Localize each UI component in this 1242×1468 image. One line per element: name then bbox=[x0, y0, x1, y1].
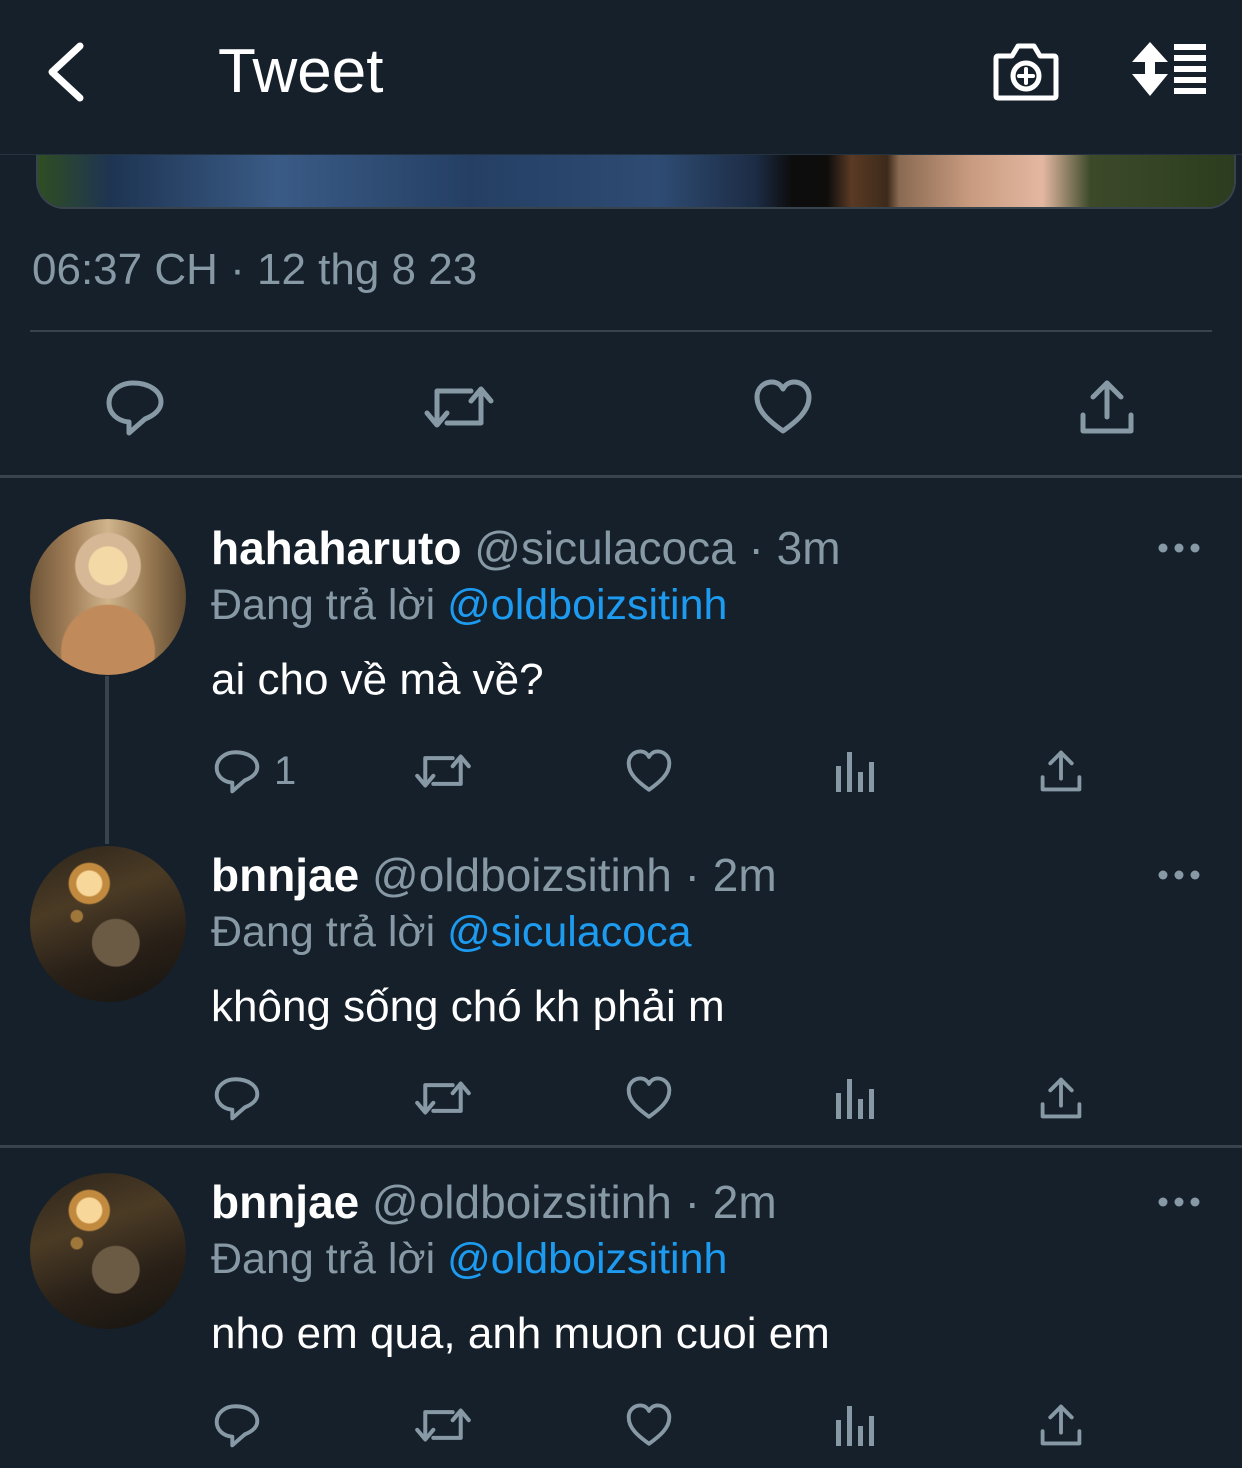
share-button[interactable] bbox=[1038, 1395, 1084, 1455]
replying-label: Đang trả lời bbox=[211, 1235, 436, 1283]
avatar[interactable] bbox=[30, 519, 186, 675]
retweet-button[interactable] bbox=[414, 1068, 472, 1128]
mention-link[interactable]: @oldboizsitinh bbox=[447, 1235, 727, 1283]
replying-label: Đang trả lời bbox=[211, 581, 436, 629]
reply-text: nho em qua, anh muon cuoi em bbox=[211, 1309, 830, 1358]
page-title: Tweet bbox=[218, 37, 384, 106]
reply-action-bar bbox=[0, 1068, 1242, 1128]
meta-separator: · bbox=[684, 1176, 700, 1228]
divider bbox=[0, 475, 1242, 478]
reply-meta: bnnjae @oldboizsitinh · 2m bbox=[211, 847, 777, 903]
user-handle: @siculacoca bbox=[474, 522, 736, 574]
analytics-icon bbox=[836, 1079, 874, 1119]
reply-button[interactable]: 1 bbox=[212, 741, 296, 801]
reply-button[interactable] bbox=[212, 1068, 262, 1128]
share-icon bbox=[1040, 1404, 1082, 1446]
meta-separator: · bbox=[748, 522, 764, 574]
tweet-media[interactable] bbox=[36, 155, 1236, 209]
retweet-button[interactable] bbox=[414, 362, 504, 452]
comment-icon bbox=[106, 380, 164, 436]
reply-action-bar bbox=[0, 1395, 1242, 1455]
share-icon bbox=[1040, 750, 1082, 792]
more-options-button[interactable] bbox=[1156, 536, 1202, 560]
camera-plus-icon bbox=[993, 43, 1059, 101]
more-icon bbox=[1158, 870, 1200, 880]
share-icon bbox=[1040, 1077, 1082, 1119]
reply-count: 1 bbox=[274, 749, 297, 793]
divider bbox=[0, 1145, 1242, 1148]
back-button[interactable] bbox=[40, 36, 100, 108]
tweet-photo bbox=[38, 155, 1234, 207]
mention-link[interactable]: @siculacoca bbox=[447, 908, 691, 956]
heart-icon bbox=[626, 1403, 672, 1446]
reply-button[interactable] bbox=[90, 362, 180, 452]
reply-time: 2m bbox=[712, 849, 777, 901]
replying-to-line: Đang trả lời @oldboizsitinh bbox=[211, 1233, 727, 1285]
heart-icon bbox=[626, 1076, 672, 1119]
meta-separator: · bbox=[684, 849, 700, 901]
analytics-button[interactable] bbox=[834, 741, 878, 801]
analytics-button[interactable] bbox=[834, 1395, 878, 1455]
like-button[interactable] bbox=[624, 1068, 674, 1128]
like-button[interactable] bbox=[624, 1395, 674, 1455]
display-name[interactable]: hahaharuto bbox=[211, 522, 461, 574]
back-arrow-icon bbox=[48, 42, 84, 102]
tweet-timestamp: 06:37 CH · 12 thg 8 23 bbox=[32, 245, 478, 294]
top-bar: Tweet bbox=[0, 0, 1242, 155]
reply-meta: hahaharuto @siculacoca · 3m bbox=[211, 520, 841, 576]
reply-action-bar: 1 bbox=[0, 741, 1242, 801]
replying-label: Đang trả lời bbox=[211, 908, 436, 956]
user-handle: @oldboizsitinh bbox=[372, 1176, 672, 1228]
retweet-icon bbox=[424, 386, 494, 428]
reply-text: không sống chó kh phải m bbox=[211, 982, 725, 1031]
like-button[interactable] bbox=[624, 741, 674, 801]
share-button[interactable] bbox=[1038, 741, 1084, 801]
display-name[interactable]: bnnjae bbox=[211, 1176, 359, 1228]
user-handle: @oldboizsitinh bbox=[372, 849, 672, 901]
avatar[interactable] bbox=[30, 1173, 186, 1329]
share-button[interactable] bbox=[1062, 362, 1152, 452]
share-button[interactable] bbox=[1038, 1068, 1084, 1128]
sort-replies-button[interactable] bbox=[1128, 38, 1212, 104]
heart-icon bbox=[754, 379, 812, 434]
more-icon bbox=[1158, 543, 1200, 553]
retweet-icon bbox=[415, 1408, 471, 1442]
comment-icon bbox=[214, 750, 260, 794]
analytics-button[interactable] bbox=[834, 1068, 878, 1128]
retweet-icon bbox=[415, 1081, 471, 1115]
share-icon bbox=[1080, 380, 1134, 434]
retweet-button[interactable] bbox=[414, 741, 472, 801]
camera-button[interactable] bbox=[990, 38, 1062, 104]
tweet-action-bar bbox=[0, 362, 1242, 452]
like-button[interactable] bbox=[738, 362, 828, 452]
retweet-icon bbox=[415, 754, 471, 788]
reply-time: 3m bbox=[776, 522, 841, 574]
replying-to-line: Đang trả lời @oldboizsitinh bbox=[211, 579, 727, 631]
heart-icon bbox=[626, 749, 672, 792]
comment-icon bbox=[214, 1077, 260, 1121]
reply-time: 2m bbox=[712, 1176, 777, 1228]
display-name[interactable]: bnnjae bbox=[211, 849, 359, 901]
more-icon bbox=[1158, 1197, 1200, 1207]
analytics-icon bbox=[836, 752, 874, 792]
replying-to-line: Đang trả lời @siculacoca bbox=[211, 906, 692, 958]
reply-meta: bnnjae @oldboizsitinh · 2m bbox=[211, 1174, 777, 1230]
reply-text: ai cho về mà về? bbox=[211, 655, 544, 704]
reply-button[interactable] bbox=[212, 1395, 262, 1455]
mention-link[interactable]: @oldboizsitinh bbox=[447, 581, 727, 629]
more-options-button[interactable] bbox=[1156, 863, 1202, 887]
more-options-button[interactable] bbox=[1156, 1190, 1202, 1214]
retweet-button[interactable] bbox=[414, 1395, 472, 1455]
divider bbox=[30, 330, 1212, 332]
comment-icon bbox=[214, 1404, 260, 1448]
analytics-icon bbox=[836, 1406, 874, 1446]
avatar[interactable] bbox=[30, 846, 186, 1002]
sort-list-icon bbox=[1132, 42, 1206, 96]
